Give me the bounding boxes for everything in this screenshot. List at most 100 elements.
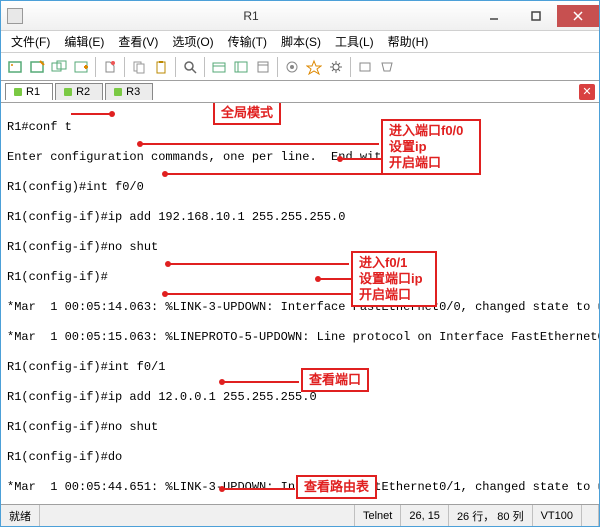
status-ready: 就绪 — [1, 505, 40, 526]
callout-line: 开启端口 — [359, 287, 429, 303]
term-line: Enter configuration commands, one per li… — [7, 150, 593, 165]
status-cursor-pos: 26, 15 — [401, 505, 449, 526]
menu-transfer[interactable]: 传输(T) — [222, 31, 273, 52]
callout-line: 进入端口f0/0 — [389, 123, 473, 139]
term-line: R1(config-if)#do — [7, 450, 593, 465]
annotation-dot — [162, 171, 168, 177]
toolbar-button-4[interactable] — [71, 57, 91, 77]
close-button[interactable] — [557, 5, 599, 27]
status-size: 26 行， 80 列 — [449, 505, 533, 526]
annotation-line — [71, 113, 111, 115]
term-line: R1(config-if)# — [7, 270, 593, 285]
term-line: R1(config-if)#no shut — [7, 420, 593, 435]
menu-script[interactable]: 脚本(S) — [275, 31, 327, 52]
toolbar-button-16[interactable] — [377, 57, 397, 77]
term-line: *Mar 1 00:05:14.063: %LINK-3-UPDOWN: Int… — [7, 300, 593, 315]
toolbar-separator — [175, 57, 176, 77]
toolbar-separator — [277, 57, 278, 77]
toolbar-search-button[interactable] — [180, 57, 200, 77]
toolbar-button-10[interactable] — [231, 57, 251, 77]
term-line: R1(config-if)#no shut — [7, 240, 593, 255]
maximize-button[interactable] — [515, 5, 557, 27]
led-icon — [114, 88, 122, 96]
term-line: R1(config)#int f0/0 — [7, 180, 593, 195]
annotation-line — [319, 278, 351, 280]
callout-f01: 进入f0/1 设置端口ip 开启端口 — [351, 251, 437, 307]
annotation-dot — [165, 261, 171, 267]
terminal[interactable]: R1#conf t Enter configuration commands, … — [1, 103, 599, 503]
annotation-dot — [162, 291, 168, 297]
toolbar-separator — [124, 57, 125, 77]
toolbar-button-1[interactable] — [5, 57, 25, 77]
annotation-line — [223, 488, 295, 490]
menubar: 文件(F) 编辑(E) 查看(V) 选项(O) 传输(T) 脚本(S) 工具(L… — [1, 31, 599, 53]
status-spacer — [40, 505, 355, 526]
annotation-dot — [109, 111, 115, 117]
callout-show-route: 查看路由表 — [296, 475, 377, 499]
annotation-dot — [337, 156, 343, 162]
status-term-type: VT100 — [533, 505, 582, 526]
toolbar-button-3[interactable] — [49, 57, 69, 77]
toolbar-button-11[interactable] — [253, 57, 273, 77]
term-line: R1(config-if)#ip add 192.168.10.1 255.25… — [7, 210, 593, 225]
annotation-dot — [137, 141, 143, 147]
annotation-dot — [219, 379, 225, 385]
annotation-line — [166, 173, 381, 175]
annotation-line — [169, 263, 349, 265]
menu-view[interactable]: 查看(V) — [112, 31, 164, 52]
toolbar-settings-button[interactable] — [326, 57, 346, 77]
callout-f00: 进入端口f0/0 设置ip 开启端口 — [381, 119, 481, 175]
callout-line: 设置端口ip — [359, 271, 429, 287]
menu-file[interactable]: 文件(F) — [5, 31, 56, 52]
toolbar-separator — [350, 57, 351, 77]
toolbar-button-12[interactable] — [282, 57, 302, 77]
toolbar-separator — [95, 57, 96, 77]
annotation-line — [223, 381, 299, 383]
app-icon — [7, 8, 23, 24]
term-line: R1#conf t — [7, 120, 593, 135]
toolbar-button-2[interactable] — [27, 57, 47, 77]
close-tab-button[interactable]: ✕ — [579, 84, 595, 100]
toolbar-copy-button[interactable] — [129, 57, 149, 77]
menu-options[interactable]: 选项(O) — [166, 31, 219, 52]
term-line: R1(config-if)#ip add 12.0.0.1 255.255.25… — [7, 390, 593, 405]
tab-label: R3 — [126, 86, 140, 98]
annotation-line — [141, 143, 379, 145]
toolbar-button-15[interactable] — [355, 57, 375, 77]
toolbar-button-5[interactable] — [100, 57, 120, 77]
toolbar-separator — [204, 57, 205, 77]
callout-line: 进入f0/1 — [359, 255, 429, 271]
callout-show-int: 查看端口 — [301, 368, 369, 392]
callout-line: 设置ip — [389, 139, 473, 155]
callout-global-mode: 全局模式 — [213, 103, 281, 125]
annotation-line — [341, 158, 381, 160]
callout-line: 开启端口 — [389, 155, 473, 171]
menu-edit[interactable]: 编辑(E) — [58, 31, 110, 52]
menu-tools[interactable]: 工具(L) — [329, 31, 380, 52]
status-end — [582, 505, 599, 526]
toolbar-paste-button[interactable] — [151, 57, 171, 77]
term-line: R1(config-if)#int f0/1 — [7, 360, 593, 375]
led-icon — [14, 88, 22, 96]
toolbar — [1, 53, 599, 81]
window-title: R1 — [29, 9, 473, 23]
toolbar-button-13[interactable] — [304, 57, 324, 77]
statusbar: 就绪 Telnet 26, 15 26 行， 80 列 VT100 — [1, 504, 599, 526]
titlebar: R1 — [1, 1, 599, 31]
toolbar-button-9[interactable] — [209, 57, 229, 77]
annotation-dot — [219, 486, 225, 492]
tab-r1[interactable]: R1 — [5, 83, 53, 100]
minimize-button[interactable] — [473, 5, 515, 27]
tab-label: R2 — [76, 86, 90, 98]
led-icon — [64, 88, 72, 96]
annotation-line — [166, 293, 351, 295]
annotation-dot — [315, 276, 321, 282]
tab-r2[interactable]: R2 — [55, 83, 103, 100]
window-buttons — [473, 5, 599, 27]
tab-r3[interactable]: R3 — [105, 83, 153, 100]
tabbar: R1 R2 R3 ✕ — [1, 81, 599, 103]
status-protocol: Telnet — [355, 505, 401, 526]
term-line: *Mar 1 00:05:15.063: %LINEPROTO-5-UPDOWN… — [7, 330, 593, 345]
tab-label: R1 — [26, 86, 40, 98]
menu-help[interactable]: 帮助(H) — [382, 31, 435, 52]
